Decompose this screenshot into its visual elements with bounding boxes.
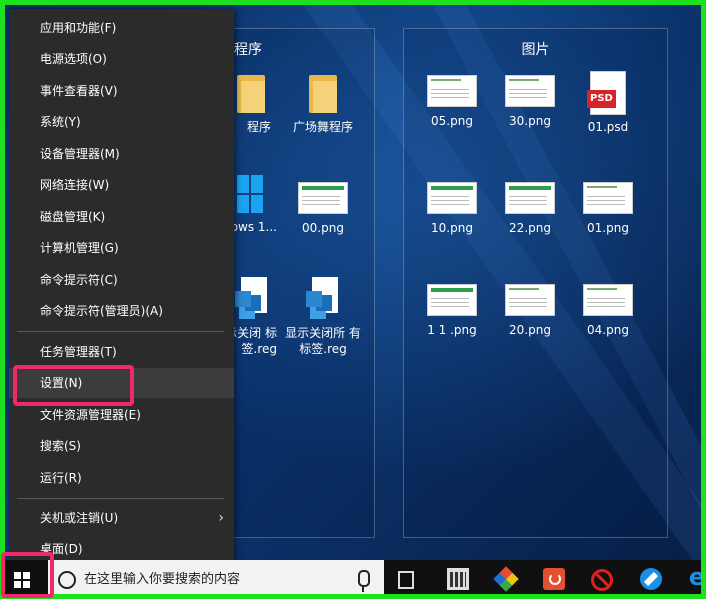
image-thumbnail [427, 284, 477, 316]
tile-05-png[interactable]: 05.png [414, 75, 490, 129]
tile-label: 10.png [431, 221, 473, 235]
tile-label: 00.png [302, 221, 344, 235]
windows-logo-icon [14, 572, 30, 588]
no-sign-icon[interactable] [591, 569, 613, 591]
tile-04-png[interactable]: 04.png [570, 284, 646, 338]
image-thumbnail [583, 182, 633, 214]
tile-label: 22.png [509, 221, 551, 235]
start-button[interactable] [0, 560, 48, 599]
group-title: 程序 [234, 42, 262, 58]
group-title: 图片 [521, 42, 550, 58]
tile-30-png[interactable]: 30.png [492, 75, 568, 129]
image-thumbnail [505, 75, 555, 107]
calculator-icon[interactable] [447, 568, 469, 590]
pictures-group: 图片 05.png 30.png PSD 01.psd 10.png 22.pn… [403, 28, 668, 538]
psd-badge: PSD [587, 90, 616, 108]
menu-item-command-prompt[interactable]: 命令提示符(C) [9, 265, 234, 295]
task-view-icon[interactable] [398, 571, 414, 589]
windows-logo-icon [237, 175, 263, 213]
menu-item-label: 关机或注销(U) [40, 511, 119, 525]
menu-item-search[interactable]: 搜索(S) [9, 431, 234, 461]
winx-menu: 应用和功能(F) 电源选项(O) 事件查看器(V) 系统(Y) 设备管理器(M)… [9, 9, 234, 569]
tile-label: 广场舞程序 [292, 120, 353, 134]
menu-item-shutdown-signout[interactable]: 关机或注销(U) › [9, 503, 234, 533]
tile-label: 05.png [431, 114, 473, 128]
tile-label: 显示关闭所 有标签.reg [285, 326, 361, 356]
folder-icon [237, 75, 265, 113]
search-box[interactable]: 在这里输入你要搜索的内容 [48, 560, 384, 599]
tile-01-psd[interactable]: PSD 01.psd [570, 71, 646, 135]
edge-icon[interactable]: e [686, 565, 706, 589]
psd-file-icon: PSD [587, 71, 626, 115]
tile-label: 04.png [587, 323, 629, 337]
menu-item-settings[interactable]: 设置(N) [9, 368, 234, 398]
folder-icon [309, 75, 337, 113]
tile-01-png[interactable]: 01.png [570, 182, 646, 236]
tile-10-png[interactable]: 10.png [414, 182, 490, 236]
menu-item-event-viewer[interactable]: 事件查看器(V) [9, 76, 234, 106]
menu-divider [17, 498, 224, 499]
colorful-app-icon[interactable] [493, 566, 519, 592]
tile-label: 1 1 .png [427, 323, 477, 337]
image-thumbnail [427, 75, 477, 107]
registry-file-icon [235, 277, 269, 319]
image-thumbnail [427, 182, 477, 214]
microphone-icon[interactable] [358, 570, 370, 592]
menu-item-apps-features[interactable]: 应用和功能(F) [9, 13, 234, 43]
menu-item-task-manager[interactable]: 任务管理器(T) [9, 337, 234, 367]
tile-22-png[interactable]: 22.png [492, 182, 568, 236]
menu-item-device-manager[interactable]: 设备管理器(M) [9, 139, 234, 169]
chevron-right-icon: › [218, 510, 224, 526]
image-thumbnail [583, 284, 633, 316]
menu-item-disk-management[interactable]: 磁盘管理(K) [9, 202, 234, 232]
search-input[interactable]: 在这里输入你要搜索的内容 [84, 560, 240, 599]
tile-00-png[interactable]: 00.png [285, 182, 361, 236]
menu-item-computer-management[interactable]: 计算机管理(G) [9, 233, 234, 263]
cortana-circle-icon [58, 571, 76, 589]
registry-file-icon [306, 277, 340, 319]
image-thumbnail [298, 182, 348, 214]
tile-square-dance-folder[interactable]: 广场舞程序 [285, 75, 361, 135]
menu-item-run[interactable]: 运行(R) [9, 463, 234, 493]
tile-label: 01.psd [587, 120, 629, 134]
menu-item-network-connections[interactable]: 网络连接(W) [9, 170, 234, 200]
tile-label: 20.png [509, 323, 551, 337]
tile-label: 30.png [509, 114, 551, 128]
image-thumbnail [505, 284, 555, 316]
tile-label: 01.png [587, 221, 629, 235]
image-thumbnail [505, 182, 555, 214]
tile-11-png[interactable]: 1 1 .png [414, 284, 490, 338]
tile-20-png[interactable]: 20.png [492, 284, 568, 338]
compass-icon[interactable] [640, 568, 662, 590]
menu-item-file-explorer[interactable]: 文件资源管理器(E) [9, 400, 234, 430]
taskbar: 在这里输入你要搜索的内容 e [0, 560, 706, 599]
tile-reg-file-2[interactable]: 显示关闭所 有标签.reg [285, 277, 361, 357]
power-app-icon[interactable] [543, 568, 565, 590]
menu-item-power-options[interactable]: 电源选项(O) [9, 44, 234, 74]
menu-divider [17, 331, 224, 332]
menu-item-command-prompt-admin[interactable]: 命令提示符(管理员)(A) [9, 296, 234, 326]
menu-item-system[interactable]: 系统(Y) [9, 107, 234, 137]
